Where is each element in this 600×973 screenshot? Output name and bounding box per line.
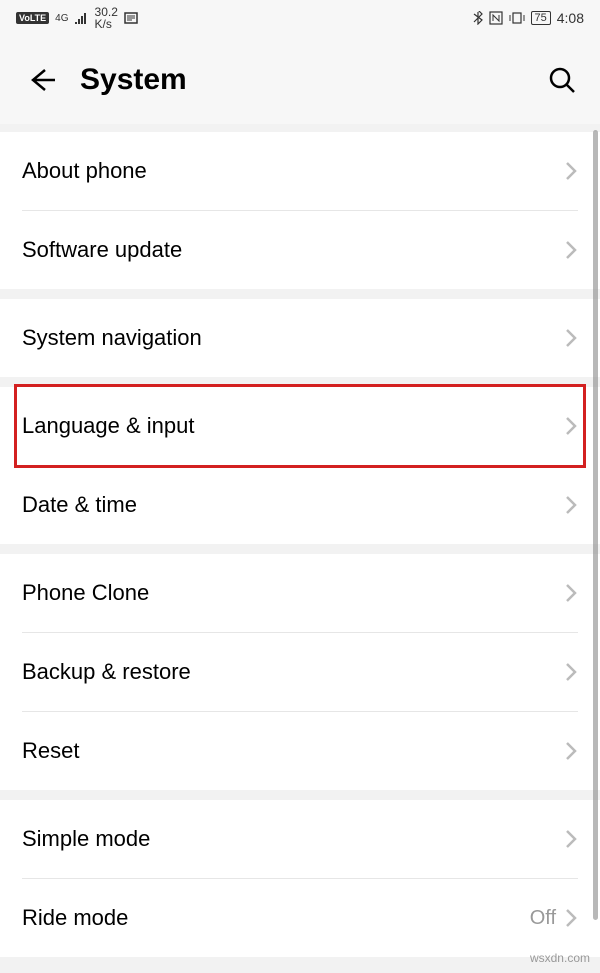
vibrate-icon xyxy=(509,11,525,25)
row-label: Backup & restore xyxy=(22,659,564,685)
chevron-right-icon xyxy=(564,740,578,762)
chevron-right-icon xyxy=(564,494,578,516)
date-time-row[interactable]: Date & time xyxy=(0,466,600,544)
row-label: Reset xyxy=(22,738,564,764)
row-label: Phone Clone xyxy=(22,580,564,606)
settings-group: Language & input Date & time xyxy=(0,387,600,544)
status-left: VoLTE 4G 30.2K/s xyxy=(16,6,138,30)
settings-group: About phone Software update xyxy=(0,132,600,289)
row-label: System navigation xyxy=(22,325,564,351)
software-update-row[interactable]: Software update xyxy=(0,211,600,289)
network-type: 4G xyxy=(55,13,68,24)
ride-mode-row[interactable]: Ride mode Off xyxy=(0,879,600,957)
back-button[interactable] xyxy=(22,60,62,100)
data-speed: 30.2K/s xyxy=(95,6,118,30)
search-icon xyxy=(548,66,576,94)
signal-icon xyxy=(75,12,89,24)
page-title: System xyxy=(80,63,542,97)
row-label: Date & time xyxy=(22,492,564,518)
row-label: About phone xyxy=(22,158,564,184)
row-value: Off xyxy=(530,907,556,930)
reset-row[interactable]: Reset xyxy=(0,712,600,790)
row-label: Software update xyxy=(22,237,564,263)
language-input-row[interactable]: Language & input xyxy=(0,387,600,465)
status-right: 75 4:08 xyxy=(473,10,585,26)
clock: 4:08 xyxy=(557,10,584,26)
row-label: Language & input xyxy=(22,413,564,439)
backup-restore-row[interactable]: Backup & restore xyxy=(0,633,600,711)
battery-level: 75 xyxy=(531,11,551,25)
settings-group: System navigation xyxy=(0,299,600,377)
sim-icon xyxy=(124,11,138,25)
chevron-right-icon xyxy=(564,239,578,261)
bluetooth-icon xyxy=(473,11,483,25)
settings-group: Simple mode Ride mode Off xyxy=(0,800,600,957)
phone-clone-row[interactable]: Phone Clone xyxy=(0,554,600,632)
row-label: Ride mode xyxy=(22,905,530,931)
search-button[interactable] xyxy=(542,60,582,100)
simple-mode-row[interactable]: Simple mode xyxy=(0,800,600,878)
about-phone-row[interactable]: About phone xyxy=(0,132,600,210)
scrollbar[interactable] xyxy=(593,130,598,920)
volte-icon: VoLTE xyxy=(16,12,49,24)
nfc-icon xyxy=(489,11,503,25)
chevron-right-icon xyxy=(564,661,578,683)
chevron-right-icon xyxy=(564,327,578,349)
chevron-right-icon xyxy=(564,415,578,437)
status-bar: VoLTE 4G 30.2K/s 75 4:08 xyxy=(0,0,600,36)
chevron-right-icon xyxy=(564,160,578,182)
chevron-right-icon xyxy=(564,907,578,929)
row-label: Simple mode xyxy=(22,826,564,852)
back-arrow-icon xyxy=(27,65,57,95)
settings-group: Phone Clone Backup & restore Reset xyxy=(0,554,600,790)
system-navigation-row[interactable]: System navigation xyxy=(0,299,600,377)
app-header: System xyxy=(0,36,600,124)
watermark: wsxdn.com xyxy=(530,951,590,965)
chevron-right-icon xyxy=(564,828,578,850)
chevron-right-icon xyxy=(564,582,578,604)
